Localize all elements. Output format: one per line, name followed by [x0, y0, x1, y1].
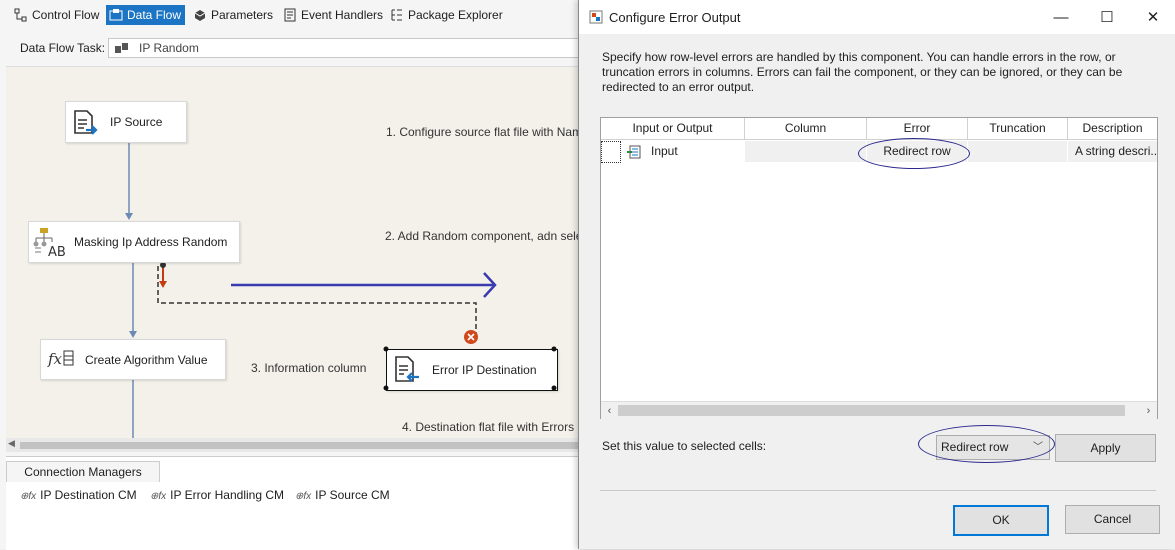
dialog-title-bar: Configure Error Output — ☐ ✕ — [579, 0, 1175, 34]
header-column[interactable]: Column — [745, 118, 867, 139]
ok-button[interactable]: OK — [953, 505, 1049, 536]
path-arrowhead-1 — [125, 213, 133, 220]
cell-truncation[interactable] — [968, 141, 1067, 162]
maximize-button[interactable]: ☐ — [1084, 0, 1130, 34]
connection-manager-label: IP Source CM — [315, 488, 390, 502]
package-explorer-icon — [391, 9, 402, 21]
path-arrowhead-2 — [129, 331, 137, 338]
node-ip-source[interactable]: IP Source — [65, 101, 187, 143]
header-error[interactable]: Error — [867, 118, 968, 139]
control-flow-icon — [14, 8, 27, 22]
close-button[interactable]: ✕ — [1130, 0, 1175, 34]
error-cell-highlight-ellipse — [858, 138, 970, 169]
grid-header: Input or Output Column Error Truncation … — [601, 118, 1157, 140]
note-step-2: 2. Add Random component, adn sele — [385, 229, 583, 243]
tab-package-explorer-label: Package Explorer — [408, 8, 503, 22]
connection-manager-label: IP Error Handling CM — [170, 488, 284, 502]
data-flow-task-value: IP Random — [139, 41, 199, 55]
cell-input-or-output: Input — [651, 144, 678, 158]
error-output-arrowhead — [159, 281, 167, 288]
canvas-horizontal-scrollbar[interactable]: ◀ — [6, 438, 580, 452]
cell-description: A string descri... — [1068, 141, 1157, 162]
parameters-icon — [194, 10, 206, 21]
tab-package-explorer[interactable]: Package Explorer — [390, 5, 503, 25]
tab-parameters-label: Parameters — [211, 8, 274, 22]
tab-control-flow[interactable]: Control Flow — [14, 5, 99, 25]
connection-fx-icon: ⊕fx — [20, 491, 37, 502]
note-step-4: 4. Destination flat file with Errors — [402, 420, 575, 434]
scroll-left-arrow-icon[interactable]: ◀ — [8, 438, 15, 449]
tab-data-flow[interactable]: Data Flow — [106, 5, 186, 25]
scroll-right-icon[interactable]: › — [1140, 402, 1157, 419]
tab-data-flow-label: Data Flow — [127, 8, 182, 22]
note-step-1: 1. Configure source flat file with Nam — [386, 125, 583, 139]
data-flow-icon — [109, 9, 123, 21]
note-step-3: 3. Information column — [251, 361, 367, 375]
node-error-ip-destination[interactable]: Error IP Destination — [383, 346, 558, 391]
selection-handles — [383, 346, 557, 391]
derived-column-icon: fx — [47, 350, 74, 368]
tab-event-handlers[interactable]: Event Handlers — [283, 5, 383, 25]
error-output-grid[interactable]: Input or Output Column Error Truncation … — [600, 117, 1158, 419]
dialog-separator — [600, 490, 1156, 491]
grid-horizontal-scrollbar[interactable]: ‹ › — [601, 401, 1157, 419]
set-value-label: Set this value to selected cells: — [602, 439, 767, 453]
tab-parameters[interactable]: Parameters — [193, 5, 273, 25]
connection-managers-tab[interactable]: Connection Managers — [6, 461, 160, 482]
dropdown-highlight-ellipse — [918, 425, 1055, 463]
node-create-algorithm[interactable]: fx Create Algorithm Value — [40, 339, 226, 380]
tab-event-handlers-label: Event Handlers — [301, 8, 384, 22]
data-flow-canvas[interactable]: IP Source AB Masking Ip Address Random f… — [6, 66, 583, 439]
connection-managers-panel: Connection Managers ⊕fx IP Destination CM… — [6, 456, 580, 550]
header-input-or-output[interactable]: Input or Output — [601, 118, 745, 139]
connection-fx-icon: ⊕fx — [150, 491, 167, 502]
connection-manager-item[interactable]: ⊕fx IP Error Handling CM — [150, 488, 284, 502]
node-create-algorithm-label: Create Algorithm Value — [85, 352, 208, 367]
header-description[interactable]: Description — [1068, 118, 1157, 139]
tab-control-flow-label: Control Flow — [32, 8, 100, 22]
data-flow-task-label: Data Flow Task: — [20, 41, 106, 55]
designer-tab-bar: Control Flow Data Flow Parameters Event … — [0, 0, 580, 30]
minimize-button[interactable]: — — [1038, 0, 1084, 34]
connection-manager-item[interactable]: ⊕fx IP Destination CM — [20, 488, 137, 502]
row-selector[interactable] — [601, 141, 621, 163]
data-flow-task-icon — [115, 43, 128, 53]
flat-file-source-icon — [74, 110, 98, 135]
cell-column[interactable] — [745, 141, 866, 162]
connection-fx-icon: ⊕fx — [295, 491, 312, 502]
connection-manager-label: IP Destination CM — [40, 488, 137, 502]
masking-transform-icon: AB — [33, 228, 66, 258]
header-truncation[interactable]: Truncation — [968, 118, 1068, 139]
svg-text:AB: AB — [48, 245, 66, 258]
configure-error-output-dialog: Configure Error Output — ☐ ✕ Specify how… — [578, 0, 1175, 549]
grid-scroll-thumb[interactable] — [618, 405, 1125, 416]
data-flow-task-selector[interactable]: IP Random — [108, 38, 580, 58]
data-flow-task-row: Data Flow Task: IP Random — [0, 37, 580, 59]
dialog-title: Configure Error Output — [609, 10, 741, 25]
ssis-designer: Control Flow Data Flow Parameters Event … — [0, 0, 583, 550]
event-handlers-icon — [284, 8, 296, 22]
node-masking-ip-random[interactable]: AB Masking Ip Address Random — [28, 221, 240, 263]
input-row-icon — [627, 145, 641, 159]
node-masking-label: Masking Ip Address Random — [74, 235, 228, 249]
node-ip-source-label: IP Source — [110, 115, 163, 129]
apply-button[interactable]: Apply — [1055, 434, 1156, 462]
canvas-scroll-thumb[interactable] — [20, 442, 580, 449]
error-path-dashed — [157, 266, 477, 335]
cancel-button[interactable]: Cancel — [1065, 505, 1160, 534]
connection-manager-item[interactable]: ⊕fx IP Source CM — [295, 488, 390, 502]
dialog-app-icon — [589, 10, 603, 24]
dialog-description: Specify how row-level errors are handled… — [602, 50, 1123, 94]
svg-text:fx: fx — [47, 350, 63, 368]
scroll-left-icon[interactable]: ‹ — [601, 402, 618, 419]
